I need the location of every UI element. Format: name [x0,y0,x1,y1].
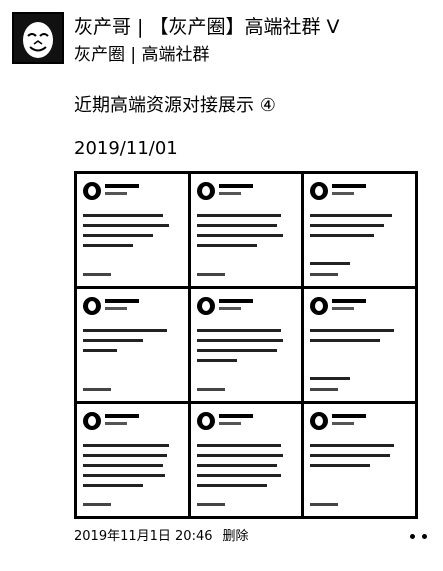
post-date: 2019/11/01 [74,138,178,159]
author-subtitle: 灰产圈 | 高端社群 [74,45,210,65]
thumbnail-image[interactable] [190,289,302,401]
delete-link[interactable]: 删除 [223,529,249,544]
author-avatar[interactable] [12,12,64,64]
thumbnail-image[interactable] [304,404,415,516]
image-grid [74,171,418,519]
more-dots-icon[interactable] [404,526,434,546]
post-footer: 2019年11月1日 20:46 删除 [74,528,249,546]
post-title: 近期高端资源对接展示 ④ [74,95,276,116]
thumbnail-image[interactable] [304,289,415,401]
thumbnail-image[interactable] [190,404,302,516]
thumbnail-image[interactable] [77,174,188,286]
thumbnail-image[interactable] [77,404,188,516]
thumbnail-image[interactable] [304,174,415,286]
thumbnail-image[interactable] [77,289,188,401]
author-name[interactable]: 灰产哥 | 【灰产圈】高端社群 V [74,14,340,40]
post-timestamp: 2019年11月1日 20:46 [74,529,213,544]
thumbnail-image[interactable] [190,174,302,286]
